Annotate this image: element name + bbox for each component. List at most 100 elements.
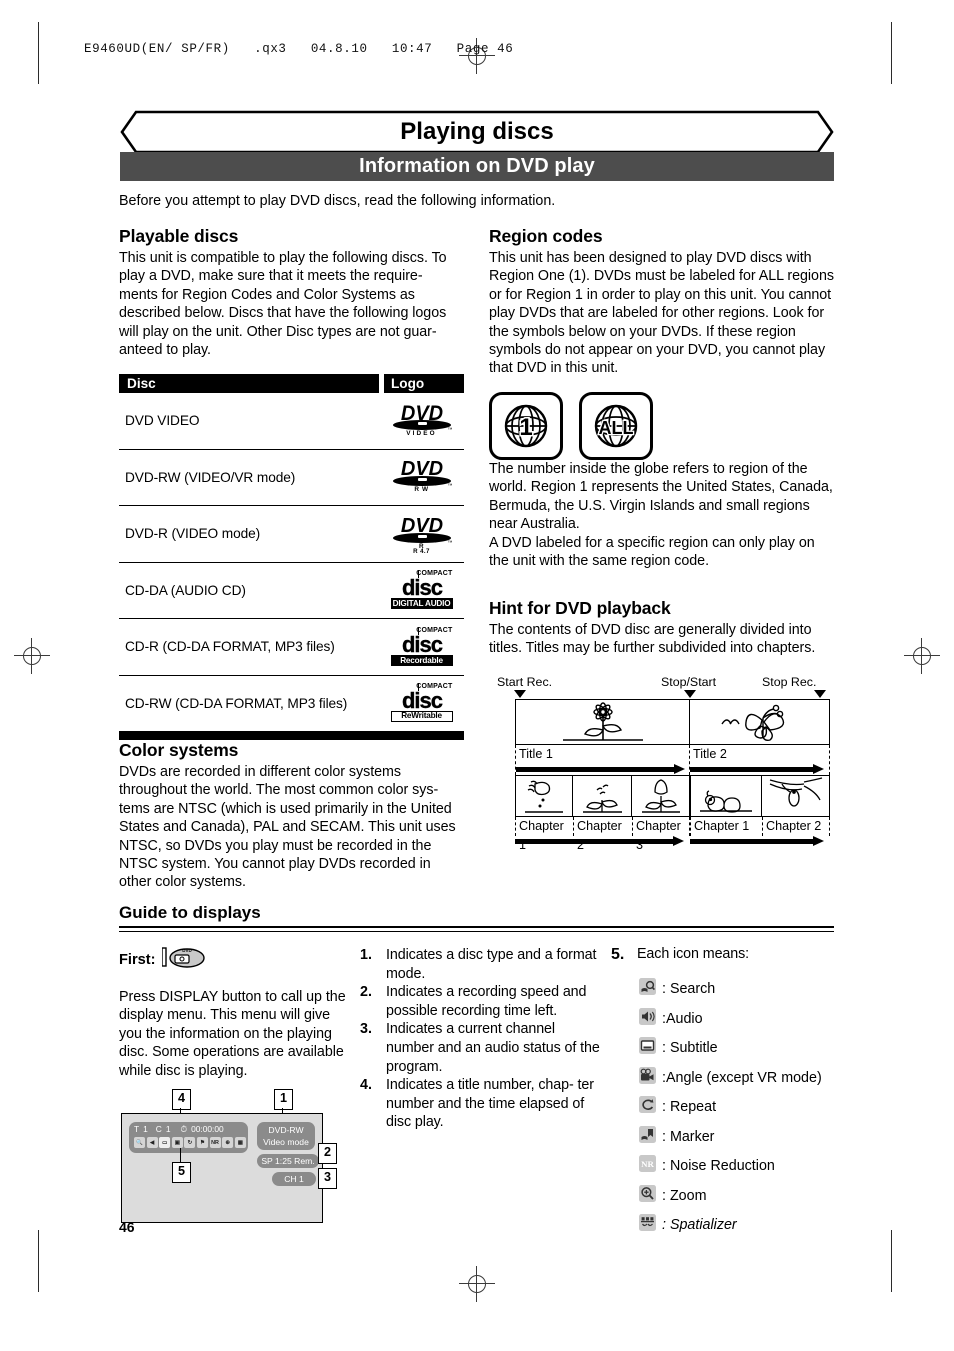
region-codes-heading: Region codes bbox=[489, 226, 603, 246]
list-item: 2. Indicates a recording speed and possi… bbox=[360, 983, 600, 1020]
subtitle-icon bbox=[639, 1037, 656, 1059]
region-codes-body: This unit has been designed to play DVD … bbox=[489, 250, 834, 377]
osd-disc-type-pill: DVD-RW Video mode bbox=[257, 1122, 315, 1150]
intro-paragraph: Before you attempt to play DVD discs, re… bbox=[119, 193, 556, 209]
chapter-caption: Chapter 1 bbox=[519, 819, 564, 852]
globe-region-1-glyph: 1 bbox=[504, 404, 548, 448]
legend-label: : Search bbox=[662, 981, 716, 997]
playable-discs-heading: Playable discs bbox=[119, 226, 239, 246]
svg-text:DVD: DVD bbox=[400, 515, 442, 535]
guide-column-first: First: DVD Press DISPLAY button to call … bbox=[119, 946, 347, 1080]
table-bottom-rule bbox=[119, 732, 464, 740]
registration-mark-right bbox=[904, 638, 940, 674]
triangle-stop-icon bbox=[814, 690, 826, 698]
compact-disc-recordable-logo: COMPACT disc Recordable bbox=[379, 626, 464, 667]
repeat-icon bbox=[639, 1096, 656, 1118]
table-row: CD-DA (AUDIO CD) COMPACT disc DIGITAL AU… bbox=[119, 563, 464, 619]
table-header-logo: Logo bbox=[384, 374, 464, 393]
guide-column-icons: 5. Each icon means: : Search :Audio: Su… bbox=[611, 946, 839, 1244]
section-bar-title: Information on DVD play bbox=[120, 152, 834, 181]
registration-mark-bottom bbox=[459, 1266, 495, 1302]
diagram-markers: Start Rec. Stop/Start Stop Rec. bbox=[497, 675, 830, 690]
guide-to-displays-header: Guide to displays bbox=[119, 903, 834, 932]
crop-line-bl-v bbox=[38, 1230, 40, 1292]
osd-speed-pill: SP 1:25 Rem. bbox=[257, 1154, 319, 1168]
legend-label: : Spatializer bbox=[662, 1217, 737, 1233]
title-film-row bbox=[515, 699, 830, 745]
icon-legend-list: : Search :Audio : Subtitle :Angle (excep… bbox=[611, 978, 839, 1236]
legend-label: : Noise Reduction bbox=[662, 1158, 775, 1174]
table-row: DVD-RW (VIDEO/VR mode) DVD R W ™ bbox=[119, 450, 464, 506]
osd-search-icon: 🔍 bbox=[134, 1137, 145, 1148]
dvd-r-logo: DVD R R 4.7 ™ bbox=[379, 515, 464, 555]
chapter-3-frame bbox=[632, 775, 690, 817]
chapter-caption: Chapter 2 bbox=[766, 819, 822, 833]
osd-title-chapter-time: T 1 C 1 ⏱ 00:00:00 bbox=[134, 1123, 244, 1136]
list-text: Indicates a title number, chap- ter numb… bbox=[386, 1077, 594, 1131]
osd-channel-pill: CH 1 bbox=[272, 1172, 316, 1186]
hint-section: Hint for DVD playback The contents of DV… bbox=[489, 598, 837, 658]
svg-text:DVD: DVD bbox=[400, 402, 442, 422]
disc-compatibility-table: Disc Logo DVD VIDEO DVD VIDEO ™ DVD-RW (… bbox=[119, 374, 464, 740]
legend-label: : Marker bbox=[662, 1128, 715, 1145]
disc-name: DVD-R (VIDEO mode) bbox=[125, 526, 261, 542]
page-title: Playing discs bbox=[400, 118, 554, 145]
osd-marker-icon: ⚑ bbox=[196, 1137, 208, 1148]
chapter-caption: Chapter 1 bbox=[694, 819, 750, 833]
dvd-logo-sub: R W bbox=[414, 486, 429, 494]
callout-5: 5 bbox=[172, 1162, 191, 1183]
list-number: 5. bbox=[611, 946, 625, 963]
on-screen-display-mock: T 1 C 1 ⏱ 00:00:00 🔍 ◀ ▭ ▣ ↻ ⚑ NR ⊕ ▦ DV… bbox=[121, 1113, 323, 1223]
chapter-film-row bbox=[515, 775, 830, 817]
osd-disc-type-line2: Video mode bbox=[263, 1137, 309, 1147]
playable-discs-body: This unit is compatible to play the foll… bbox=[119, 250, 447, 359]
dvd-logo-sub: VIDEO bbox=[406, 429, 437, 437]
chapter-caption: Chapter 2 bbox=[577, 819, 622, 852]
legend-row: : Marker bbox=[611, 1125, 839, 1148]
crop-line-br-v bbox=[891, 1230, 893, 1292]
svg-text:disc: disc bbox=[401, 689, 442, 710]
region-codes-body3: A DVD labeled for a specific region can … bbox=[489, 534, 815, 570]
disc-name: DVD VIDEO bbox=[125, 413, 200, 429]
callout-5-leader bbox=[180, 1148, 182, 1163]
table-header-disc: Disc bbox=[119, 374, 379, 393]
tulip-illustration-icon bbox=[641, 779, 680, 813]
dvd-wordmark: DVD bbox=[400, 458, 442, 478]
guide-column-numbered: 1. Indicates a disc type and a format mo… bbox=[360, 946, 600, 1132]
list-text: Indicates a current channel number and a… bbox=[386, 1021, 600, 1075]
marker-start-rec: Start Rec. bbox=[497, 675, 553, 689]
dvd-rw-logo: DVD R W ™ bbox=[379, 458, 464, 496]
title-2-frame bbox=[690, 699, 830, 745]
region-codes-section: Region codes This unit has been designed… bbox=[489, 226, 837, 378]
icons-intro-text: Each icon means: bbox=[637, 946, 750, 962]
title-1-caption: Title 1 bbox=[519, 747, 553, 761]
chapter-2-t2-frame bbox=[762, 775, 830, 817]
legend-row: NR : Noise Reduction bbox=[611, 1155, 839, 1177]
color-systems-heading: Color systems bbox=[119, 740, 239, 760]
svg-text:ALL: ALL bbox=[599, 418, 634, 438]
region-symbols: 1 ALL bbox=[489, 392, 653, 460]
list-number: 4. bbox=[360, 1077, 372, 1094]
display-button-icon: DVD bbox=[161, 946, 206, 974]
search-icon bbox=[639, 978, 656, 1000]
playable-discs-section: Playable discs This unit is compatible t… bbox=[119, 226, 464, 359]
cd-disc-wordmark: disc bbox=[401, 689, 443, 710]
globe-region-all-glyph: ALL bbox=[594, 404, 638, 448]
table-row: CD-R (CD-DA FORMAT, MP3 files) COMPACT d… bbox=[119, 619, 464, 676]
spatializer-icon bbox=[639, 1214, 656, 1236]
region-codes-body2: The number inside the globe refers to re… bbox=[489, 461, 833, 533]
svg-text:DVD: DVD bbox=[183, 948, 193, 953]
title-1-axis bbox=[516, 764, 689, 775]
osd-icon-row: 🔍 ◀ ▭ ▣ ↻ ⚑ NR ⊕ ▦ bbox=[134, 1137, 246, 1148]
region-all-icon: ALL bbox=[579, 392, 653, 460]
title-1-frame bbox=[515, 699, 690, 745]
osd-zoom-icon: ⊕ bbox=[222, 1137, 234, 1148]
triangle-start-icon bbox=[514, 690, 526, 698]
legend-label: : Zoom bbox=[662, 1187, 707, 1204]
title-chapter-diagram: Start Rec. Stop/Start Stop Rec. Title 1 … bbox=[497, 675, 830, 852]
hint-heading: Hint for DVD playback bbox=[489, 598, 671, 618]
osd-disc-type-line1: DVD-RW bbox=[268, 1125, 304, 1135]
dvd-video-logo: DVD VIDEO ™ bbox=[379, 402, 464, 440]
osd-time-value: 00:00:00 bbox=[191, 1124, 224, 1134]
chapter-1-t2-frame bbox=[690, 775, 762, 817]
